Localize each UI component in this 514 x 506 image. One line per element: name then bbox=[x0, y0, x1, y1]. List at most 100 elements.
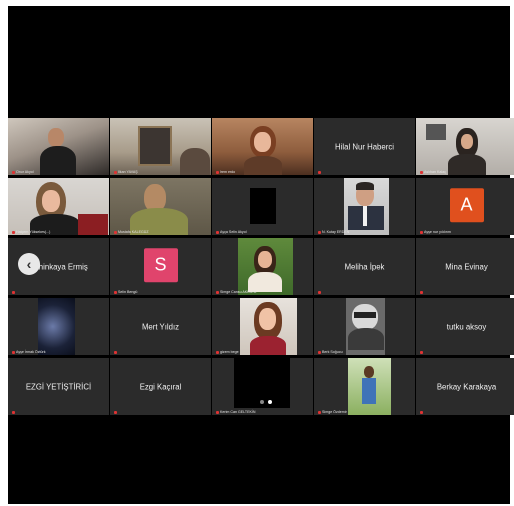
participant-tile[interactable]: Berkay Karakaya bbox=[416, 358, 514, 415]
participant-tile[interactable]: Onur Akyol bbox=[8, 118, 109, 175]
participant-name: Ayşe İrmak Öztürk bbox=[12, 350, 46, 354]
participant-name: Mustafa KALEGÜZ bbox=[114, 230, 149, 234]
mic-muted-icon bbox=[318, 350, 321, 354]
participant-name: lrem erdo bbox=[216, 170, 235, 174]
mic-muted-icon bbox=[216, 410, 219, 414]
mic-muted-icon bbox=[420, 411, 423, 414]
mic-muted-icon bbox=[114, 230, 117, 234]
mic-muted-icon bbox=[114, 290, 117, 294]
page-dot[interactable] bbox=[260, 400, 264, 404]
page-dot-active[interactable] bbox=[268, 400, 272, 404]
mic-muted-icon bbox=[420, 170, 423, 174]
participant-display-name: Ezgi Kaçıral bbox=[139, 382, 182, 391]
participant-video bbox=[38, 298, 75, 355]
participant-tile[interactable]: Meliha İpek bbox=[314, 238, 415, 295]
participant-name: Kerim Can GELTEKİN bbox=[216, 410, 255, 414]
participant-name: Selin Bengü bbox=[114, 290, 137, 294]
participant-tile[interactable]: gizem bege bbox=[212, 298, 313, 355]
participant-name: N. Kutay ERDEN bbox=[318, 230, 349, 234]
participant-video bbox=[346, 298, 385, 355]
participant-tile[interactable]: Simge Özdemir bbox=[314, 358, 415, 415]
participant-tile[interactable]: Mina Evinay bbox=[416, 238, 514, 295]
mic-muted-icon bbox=[420, 351, 423, 354]
participant-display-name: Hilal Nur Haberci bbox=[335, 142, 394, 151]
participant-display-name: tutku aksoy bbox=[446, 322, 487, 331]
mic-muted-icon bbox=[216, 350, 219, 354]
mic-muted-icon bbox=[114, 411, 117, 414]
participant-display-name: Mert Yıldız bbox=[141, 322, 180, 331]
mic-muted-icon bbox=[12, 230, 15, 234]
blank-video bbox=[250, 188, 276, 224]
participant-tile[interactable]: N. Kutay ERDEN bbox=[314, 178, 415, 235]
chevron-left-icon: ‹ bbox=[26, 256, 32, 272]
participant-tile[interactable]: Ezgi Kaçıral bbox=[110, 358, 211, 415]
participant-tile[interactable]: Ayça Selin Akyol bbox=[212, 178, 313, 235]
previous-page-button[interactable]: ‹ bbox=[18, 253, 40, 275]
participant-name: Onur Akyol bbox=[12, 170, 34, 174]
mic-muted-icon bbox=[216, 290, 219, 294]
participant-video bbox=[238, 238, 293, 295]
mic-muted-icon bbox=[318, 171, 321, 174]
mic-muted-icon bbox=[114, 170, 117, 174]
participant-name bbox=[318, 171, 322, 174]
participant-tile[interactable]: lrem erdo bbox=[212, 118, 313, 175]
participant-display-name: Meliha İpek bbox=[344, 262, 385, 271]
participant-avatar: A bbox=[449, 187, 484, 222]
participant-video bbox=[348, 358, 391, 415]
participant-grid: Onur Akyol Ilkan YAVAŞ lrem erdo Hilal N… bbox=[8, 118, 514, 418]
participant-name: gizem bege bbox=[216, 350, 239, 354]
participant-name: Simge Cansu AKKAYA bbox=[216, 290, 256, 294]
participant-tile[interactable]: Simge Cansu AKKAYA bbox=[212, 238, 313, 295]
participant-name: Ilkan YAVAŞ bbox=[114, 170, 138, 174]
mic-muted-icon bbox=[318, 291, 321, 294]
participant-video bbox=[344, 178, 389, 235]
participant-tile[interactable]: Berk Soğucu bbox=[314, 298, 415, 355]
participant-tile[interactable]: Aslıhan Kalaç bbox=[416, 118, 514, 175]
participant-tile[interactable]: A Ayşe nur yıldırım bbox=[416, 178, 514, 235]
mic-muted-icon bbox=[114, 351, 117, 354]
participant-name: Ayşe nur yıldırım bbox=[420, 230, 451, 234]
participant-display-name: EZGİ YETİŞTİRİCİ bbox=[25, 382, 92, 391]
mic-muted-icon bbox=[318, 410, 321, 414]
participant-name bbox=[114, 351, 118, 354]
participant-name: Aslıhan Kalaç bbox=[420, 170, 446, 174]
participant-video bbox=[110, 118, 211, 175]
participant-name bbox=[318, 291, 322, 294]
participant-name: Simge Özdemir bbox=[318, 410, 347, 414]
participant-tile[interactable]: tutku aksoy bbox=[416, 298, 514, 355]
participant-tile[interactable]: Hilal Nur Haberci bbox=[314, 118, 415, 175]
participant-name bbox=[420, 291, 424, 294]
participant-video bbox=[212, 118, 313, 175]
participant-name: Hatçem Yüksekes(...) bbox=[12, 230, 50, 234]
participant-tile[interactable]: S Selin Bengü bbox=[110, 238, 211, 295]
participant-tile[interactable]: Mert Yıldız bbox=[110, 298, 211, 355]
participant-display-name: Berkay Karakaya bbox=[436, 382, 497, 391]
participant-name bbox=[12, 411, 16, 414]
participant-name bbox=[114, 411, 118, 414]
mic-muted-icon bbox=[12, 350, 15, 354]
participant-video bbox=[240, 298, 297, 355]
mic-muted-icon bbox=[12, 291, 15, 294]
participant-video bbox=[416, 118, 514, 175]
participant-video bbox=[8, 118, 109, 175]
participant-avatar: S bbox=[143, 247, 178, 282]
participant-name: Ayça Selin Akyol bbox=[216, 230, 247, 234]
participant-tile[interactable]: Ilkan YAVAŞ bbox=[110, 118, 211, 175]
participant-name bbox=[420, 411, 424, 414]
zoom-screen: Onur Akyol Ilkan YAVAŞ lrem erdo Hilal N… bbox=[8, 6, 514, 504]
participant-tile[interactable]: Ayşe İrmak Öztürk bbox=[8, 298, 109, 355]
participant-name: Berk Soğucu bbox=[318, 350, 343, 354]
participant-name bbox=[12, 291, 16, 294]
participant-video bbox=[110, 178, 211, 235]
participant-tile[interactable]: Hatçem Yüksekes(...) bbox=[8, 178, 109, 235]
participant-tile[interactable]: EZGİ YETİŞTİRİCİ bbox=[8, 358, 109, 415]
participant-display-name: Mina Evinay bbox=[445, 262, 488, 271]
page-indicator[interactable] bbox=[260, 400, 272, 404]
participant-video bbox=[8, 178, 109, 235]
participant-tile[interactable]: Mustafa KALEGÜZ bbox=[110, 178, 211, 235]
mic-muted-icon bbox=[420, 291, 423, 294]
mic-muted-icon bbox=[420, 230, 423, 234]
participant-name bbox=[420, 351, 424, 354]
mic-muted-icon bbox=[216, 170, 219, 174]
participant-tile[interactable]: Kerim Can GELTEKİN bbox=[212, 358, 313, 415]
